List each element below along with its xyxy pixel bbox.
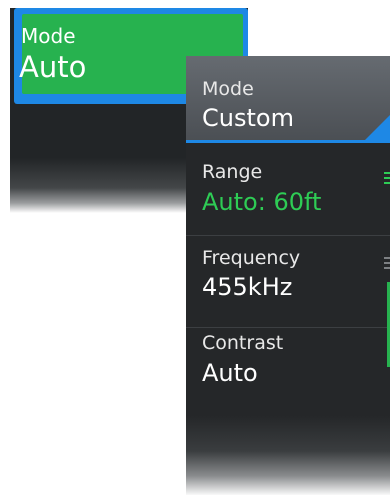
selection-corner-icon — [362, 115, 390, 143]
contrast-value: Auto — [202, 359, 258, 387]
contrast-label: Contrast — [202, 332, 284, 354]
frequency-slider-handle-icon[interactable] — [384, 257, 390, 272]
mode-label: Mode — [21, 24, 76, 48]
selection-underline — [186, 140, 390, 143]
screenshot-stage: Mode Auto Mode Custom Range Auto: 60ft F… — [0, 0, 390, 495]
range-value: Auto: 60ft — [202, 188, 322, 216]
mode-label: Mode — [202, 78, 254, 100]
range-label: Range — [202, 161, 263, 183]
range-slider-handle-icon[interactable] — [384, 172, 390, 187]
custom-mode-panel: Mode Custom Range Auto: 60ft Frequency 4… — [186, 56, 390, 495]
range-row[interactable]: Range Auto: 60ft — [186, 144, 390, 236]
mode-value: Custom — [202, 104, 294, 132]
contrast-row[interactable]: Contrast Auto — [186, 283, 390, 387]
mode-value: Auto — [19, 50, 87, 84]
mode-custom-button[interactable]: Mode Custom — [186, 56, 390, 143]
frequency-label: Frequency — [202, 247, 301, 269]
